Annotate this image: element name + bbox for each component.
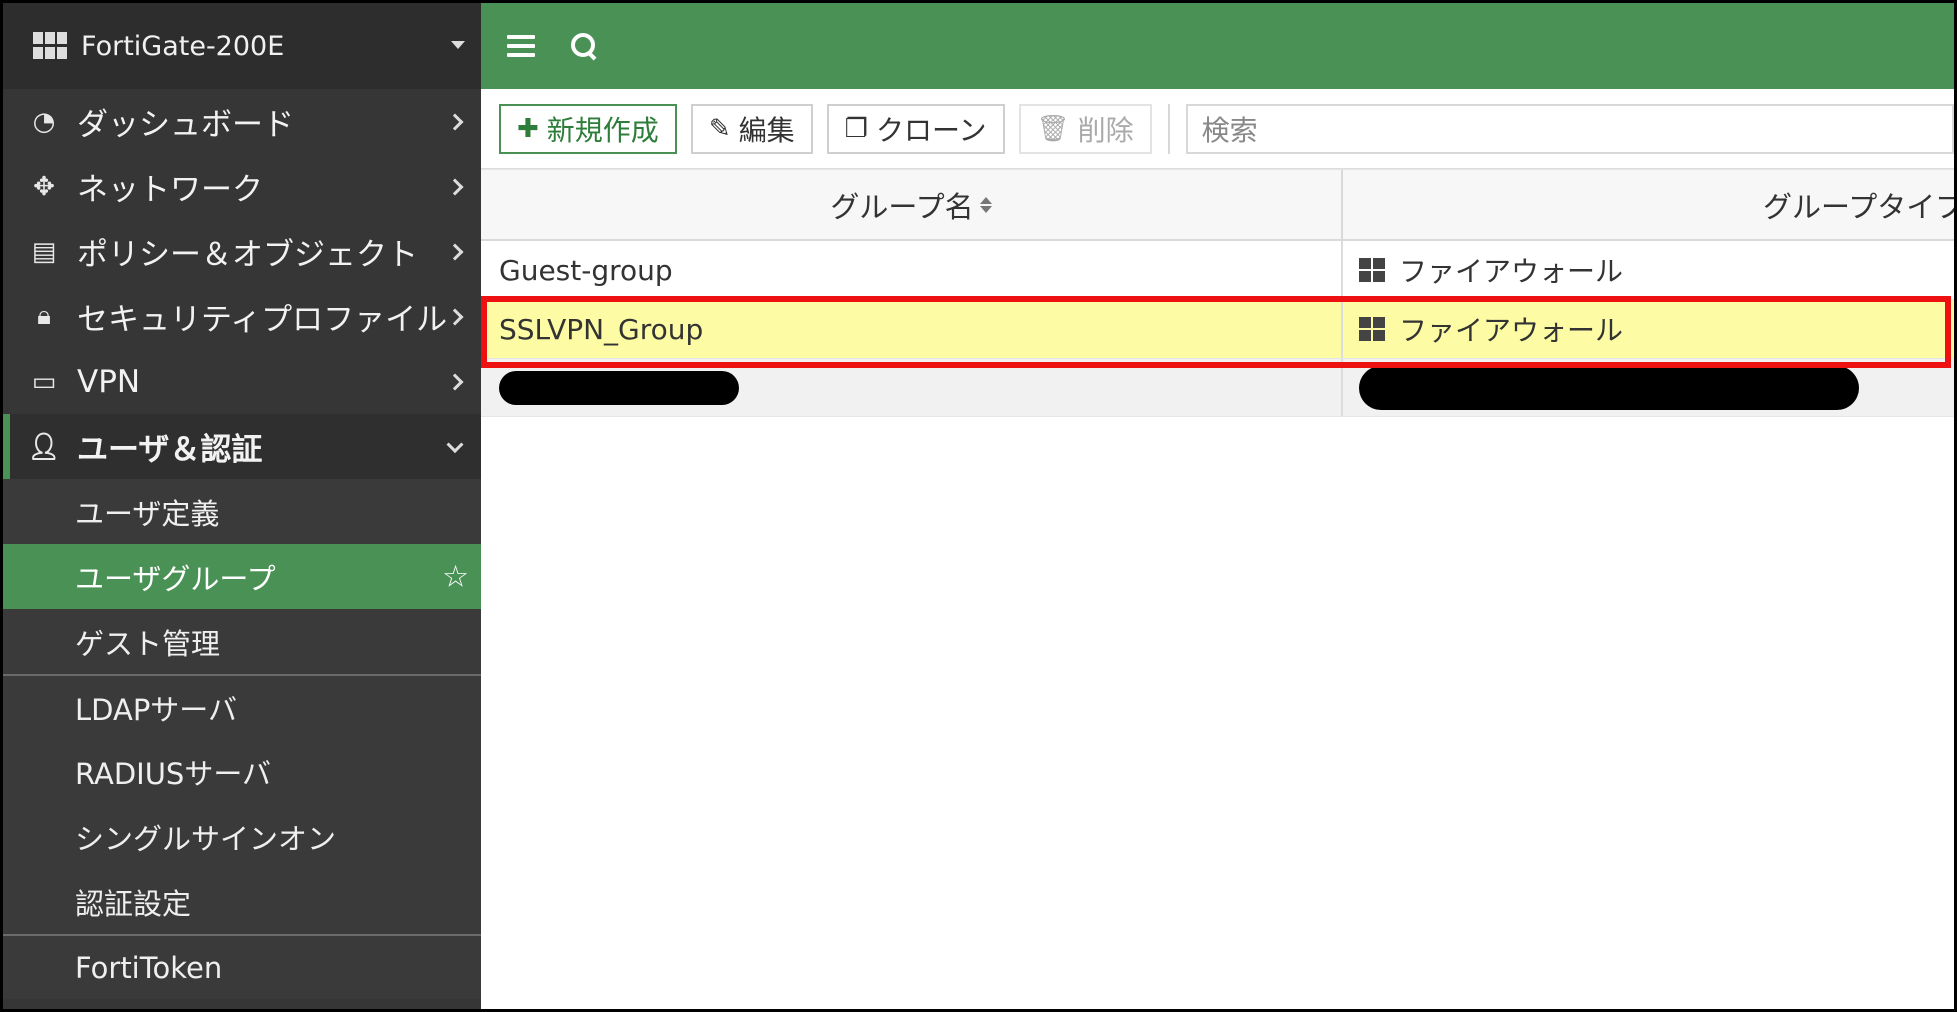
pencil-icon: ✎ [708,113,731,144]
cell-group-name: SSLVPN_Group [481,300,1343,358]
clone-icon: ❐ [844,113,868,144]
caret-down-icon [451,41,465,49]
table-header: グループ名 グループタイプ [481,169,1954,241]
device-name: FortiGate-200E [81,30,285,62]
sidebar-item-network[interactable]: ✥ ネットワーク [3,154,481,219]
cell-group-type-label: ファイアウォール [1399,255,1624,288]
screenshot-frame: FortiGate-200E ◔ ダッシュボード ✥ ネットワーク ▤ ポリシー… [0,0,1957,1012]
chevron-down-icon [446,435,464,453]
sidebar-subitem-auth-settings[interactable]: 認証設定 [3,869,481,934]
table-row[interactable]: Guest-group ファイアウォール [481,241,1954,300]
device-selector[interactable]: FortiGate-200E [3,3,481,89]
column-header-group-type[interactable]: グループタイプ [1343,170,1954,239]
cell-group-name: Guest-group [481,241,1343,299]
sidebar-item-label: ネットワーク [77,172,263,208]
cell-redacted [1343,359,1954,416]
firewall-icon [1359,258,1385,282]
sidebar: FortiGate-200E ◔ ダッシュボード ✥ ネットワーク ▤ ポリシー… [3,3,481,1009]
sidebar-item-label: ポリシー＆オブジェクト [77,237,418,273]
menu-icon[interactable] [507,35,535,57]
sidebar-item-label: ユーザ＆認証 [77,432,263,468]
trash-icon: 🗑︎ [1036,113,1070,144]
laptop-icon: ▭ [31,366,57,397]
sidebar-subitem-ldap-servers[interactable]: LDAPサーバ [3,674,481,739]
search-icon[interactable] [569,31,599,61]
policy-doc-icon: ▤ [31,236,57,267]
cell-group-type: ファイアウォール [1343,241,1954,299]
sidebar-subitem-label: ユーザ定義 [75,496,220,531]
firewall-icon [1359,317,1385,341]
sidebar-subitem-user-definition[interactable]: ユーザ定義 [3,479,481,544]
edit-button[interactable]: ✎ 編集 [690,103,813,154]
move-arrows-icon: ✥ [33,171,55,202]
redaction-mark [499,370,739,405]
gauge-icon: ◔ [32,106,56,137]
plus-icon: ✚ [517,113,539,144]
search-placeholder: 検索 [1201,113,1258,147]
sidebar-subitem-label: 認証設定 [75,886,192,921]
cell-group-type-label: ファイアウォール [1399,314,1624,347]
sidebar-item-policy[interactable]: ▤ ポリシー＆オブジェクト [3,219,481,284]
table-row-selected[interactable]: SSLVPN_Group ファイアウォール [481,300,1954,359]
column-header-group-name[interactable]: グループ名 [481,170,1343,239]
user-icon: 👤︎ [27,431,61,462]
create-new-label: 新規作成 [546,113,659,147]
sidebar-item-label: ダッシュボード [77,107,294,143]
group-table: グループ名 グループタイプ Guest-group ファイアウォール SSLVP… [481,169,1954,417]
redaction-mark [1359,365,1859,410]
sidebar-item-vpn[interactable]: ▭ VPN [3,349,481,414]
column-header-label: グループタイプ [1763,189,1954,224]
toolbar-divider [1167,103,1170,154]
sidebar-subitem-label: ゲスト管理 [75,626,221,661]
sidebar-subitem-label: LDAPサーバ [75,692,238,727]
chevron-right-icon [446,243,464,260]
clone-label: クローン [875,113,987,147]
sidebar-item-label: セキュリティプロファイル [77,302,448,338]
delete-label: 削除 [1077,113,1134,147]
cell-group-type: ファイアウォール [1343,300,1954,358]
create-new-button[interactable]: ✚ 新規作成 [499,103,677,154]
sidebar-subitem-guest-management[interactable]: ゲスト管理 [3,609,481,674]
sidebar-subitem-label: FortiToken [75,950,223,985]
chevron-right-icon [446,178,464,195]
sidebar-subitem-fortitoken[interactable]: FortiToken [3,934,481,999]
sidebar-subitem-single-sign-on[interactable]: シングルサインオン [3,804,481,869]
sidebar-item-security-profiles[interactable]: 🔒︎ セキュリティプロファイル [3,284,481,349]
main-content: ✚ 新規作成 ✎ 編集 ❐ クローン 🗑︎ 削除 検索 グループ名 グループタイ… [481,3,1954,1009]
top-bar [481,3,1954,89]
chevron-right-icon [446,308,464,325]
lock-icon: 🔒︎ [37,301,51,331]
column-header-label: グループ名 [830,189,974,224]
sidebar-subitem-user-groups[interactable]: ユーザグループ ☆ [3,544,481,609]
chevron-right-icon [446,113,464,130]
chevron-right-icon [446,373,464,390]
sidebar-subitem-label: RADIUSサーバ [75,756,272,791]
toolbar: ✚ 新規作成 ✎ 編集 ❐ クローン 🗑︎ 削除 検索 [481,89,1954,169]
cell-redacted [481,359,1343,416]
sidebar-item-user-auth[interactable]: 👤︎ ユーザ＆認証 [3,414,481,479]
clone-button[interactable]: ❐ クローン [826,103,1005,154]
sidebar-subitem-label: ユーザグループ [75,561,276,596]
sidebar-item-label: VPN [77,363,141,400]
star-icon[interactable]: ☆ [442,559,469,594]
delete-button[interactable]: 🗑︎ 削除 [1018,103,1152,154]
sidebar-subitem-label: シングルサインオン [75,821,337,856]
search-input[interactable]: 検索 [1185,103,1954,154]
sidebar-item-dashboard[interactable]: ◔ ダッシュボード [3,89,481,154]
device-icon [33,32,69,60]
sidebar-subitem-radius-servers[interactable]: RADIUSサーバ [3,739,481,804]
table-row-redacted[interactable] [481,359,1954,417]
sort-icon [979,196,992,213]
edit-label: 編集 [738,113,795,147]
